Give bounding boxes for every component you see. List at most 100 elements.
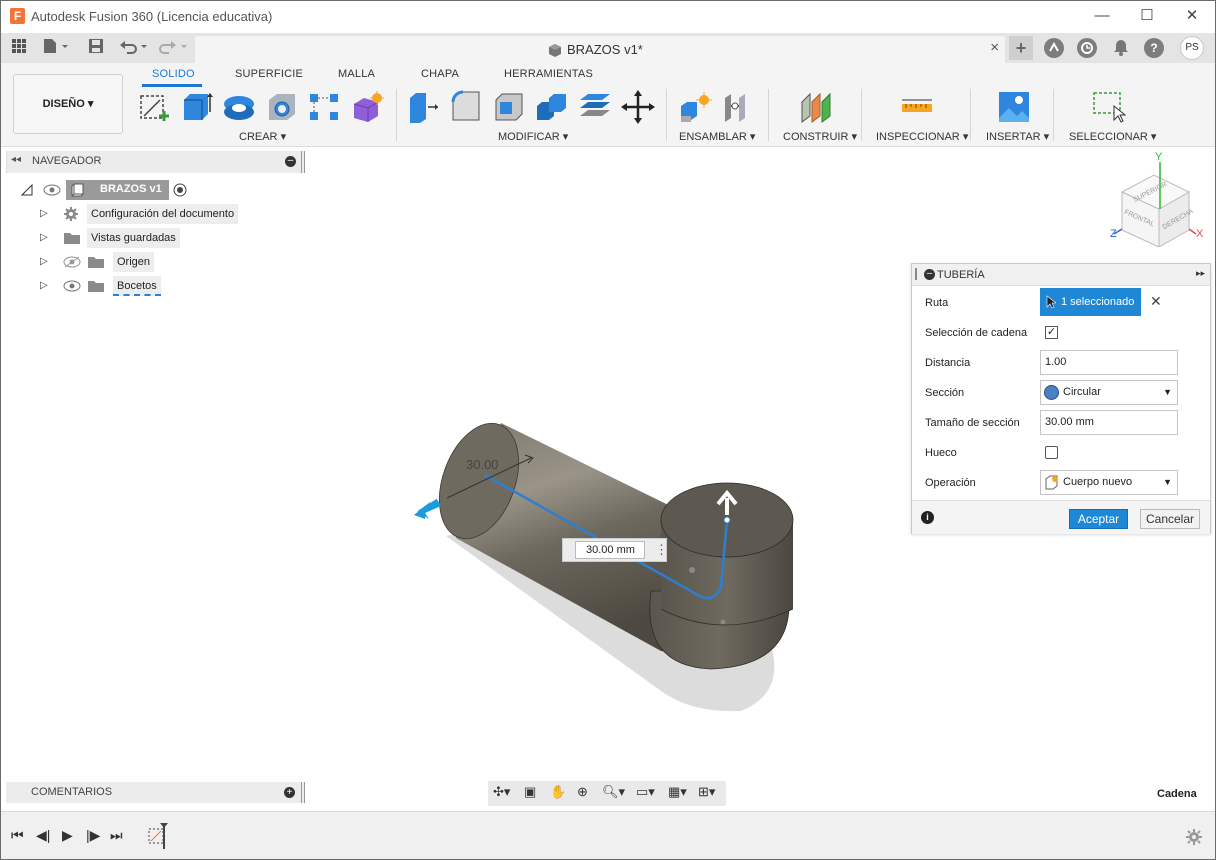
close-tab-icon[interactable]: × <box>990 39 999 56</box>
view-cube[interactable]: SUPERIOR FRONTAL DERECHA Y Z X <box>1109 151 1209 248</box>
offset-plane-icon[interactable] <box>799 90 833 124</box>
create-sketch-icon[interactable] <box>138 90 172 124</box>
notifications-bell-icon[interactable] <box>1111 38 1131 58</box>
select-window-icon[interactable] <box>1092 90 1127 124</box>
tree-item-saved-views[interactable]: ▷ Vistas guardadas <box>39 228 249 248</box>
activate-radio-icon[interactable] <box>173 183 187 197</box>
eye-hidden-icon[interactable] <box>63 256 81 268</box>
more-options-icon[interactable]: ⋮ <box>655 542 668 558</box>
tab-superficie[interactable]: SUPERFICIE <box>235 68 303 80</box>
fit-zoom-icon[interactable]: 🔍︎▾ <box>602 784 625 800</box>
shell-icon[interactable] <box>492 90 526 124</box>
zoom-icon[interactable]: ⊕ <box>577 784 588 800</box>
pattern-icon[interactable] <box>307 90 341 124</box>
resize-handle[interactable] <box>301 782 305 803</box>
step-back-icon[interactable]: ◀︎| <box>36 827 50 844</box>
combine-icon[interactable] <box>535 90 569 124</box>
eye-icon[interactable] <box>63 280 81 292</box>
display-settings-icon[interactable]: ▭▾ <box>636 784 655 800</box>
help-icon[interactable]: ? <box>1144 38 1164 58</box>
add-comment-icon[interactable]: + <box>284 787 295 798</box>
extensions-icon[interactable] <box>1044 38 1064 58</box>
expand-triangle-icon[interactable]: ▷ <box>40 208 52 220</box>
offset-faces-icon[interactable] <box>578 90 612 124</box>
workspace-switcher-button[interactable]: DISEÑO ▾ <box>13 74 123 134</box>
go-to-end-icon[interactable]: ⏭ <box>110 827 123 844</box>
press-pull-icon[interactable] <box>406 90 440 124</box>
minimize-button[interactable]: — <box>1089 5 1115 27</box>
hole-icon[interactable] <box>265 90 299 124</box>
revolve-icon[interactable] <box>222 90 256 124</box>
sketch-timeline-feature-icon[interactable] <box>147 823 173 849</box>
info-icon[interactable]: i <box>921 511 934 524</box>
create-form-icon[interactable] <box>350 90 384 124</box>
group-inspeccionar[interactable]: INSPECCIONAR ▾ <box>876 130 968 143</box>
chain-selection-checkbox[interactable]: ✓ <box>1045 326 1058 339</box>
distancia-input[interactable]: 1.00 <box>1040 350 1178 375</box>
new-tab-button[interactable]: + <box>1009 36 1033 60</box>
resize-handle[interactable] <box>301 151 305 173</box>
grid-settings-icon[interactable]: ▦▾ <box>668 784 687 800</box>
seccion-select[interactable]: Circular ▼ <box>1040 380 1178 405</box>
tamano-input[interactable]: 30.00 mm <box>1040 410 1178 435</box>
group-ensamblar[interactable]: ENSAMBLAR ▾ <box>679 130 755 143</box>
orbit-icon[interactable]: ✣▾ <box>493 784 510 800</box>
tree-item-origin[interactable]: ▷ Origen <box>39 252 249 272</box>
group-insertar[interactable]: INSERTAR ▾ <box>986 130 1049 143</box>
tab-malla[interactable]: MALLA <box>338 68 375 80</box>
step-forward-icon[interactable]: |▶︎ <box>86 827 100 844</box>
close-window-button[interactable]: ✕ <box>1179 5 1205 27</box>
tree-root[interactable]: BRAZOS v1 <box>19 180 219 200</box>
collapse-triangle-icon[interactable] <box>21 184 33 196</box>
group-construir[interactable]: CONSTRUIR ▾ <box>783 130 857 143</box>
viewports-icon[interactable]: ⊞▾ <box>698 784 715 800</box>
joint-icon[interactable] <box>721 90 755 124</box>
tab-chapa[interactable]: CHAPA <box>421 68 459 80</box>
play-icon[interactable]: ▶︎ <box>62 827 73 844</box>
collapse-browser-icon[interactable]: ◂◂ <box>11 154 21 165</box>
accept-button[interactable]: Aceptar <box>1069 509 1128 529</box>
comments-bar[interactable]: COMENTARIOS + <box>6 782 304 803</box>
tab-solido[interactable]: SOLIDO <box>152 68 195 80</box>
undo-icon[interactable] <box>119 38 149 58</box>
operacion-select[interactable]: Cuerpo nuevo ▼ <box>1040 470 1178 495</box>
expand-triangle-icon[interactable]: ▷ <box>40 256 52 268</box>
size-input[interactable]: 30.00 mm <box>575 541 645 559</box>
clear-selection-icon[interactable]: ✕ <box>1150 293 1162 310</box>
expand-dialog-icon[interactable]: ▸▸ <box>1196 268 1205 279</box>
minimize-browser-icon[interactable]: – <box>285 156 296 167</box>
redo-icon[interactable] <box>159 38 189 58</box>
document-tab[interactable]: BRAZOS v1* × <box>195 36 1005 63</box>
look-at-icon[interactable]: ▣ <box>524 784 536 800</box>
job-status-icon[interactable] <box>1077 38 1097 58</box>
drag-handle[interactable] <box>915 268 917 280</box>
save-icon[interactable] <box>87 38 105 58</box>
tab-herramientas[interactable]: HERRAMIENTAS <box>504 68 593 80</box>
path-end-point[interactable] <box>723 516 731 524</box>
fillet-icon[interactable] <box>449 90 483 124</box>
timeline-settings-gear-icon[interactable] <box>1185 828 1203 846</box>
expand-triangle-icon[interactable]: ▷ <box>40 280 52 292</box>
group-seleccionar[interactable]: SELECCIONAR ▾ <box>1069 130 1156 143</box>
insert-image-icon[interactable] <box>997 90 1031 124</box>
file-menu-icon[interactable] <box>41 38 71 58</box>
move-copy-icon[interactable] <box>621 90 655 124</box>
tree-item-document-settings[interactable]: ▷ Configuración del documento <box>39 204 249 224</box>
go-to-start-icon[interactable]: ⏮ <box>11 827 24 844</box>
ruta-selection-button[interactable]: 1 seleccionado <box>1040 288 1141 316</box>
cancel-button[interactable]: Cancelar <box>1140 509 1200 529</box>
eye-icon[interactable] <box>43 184 61 196</box>
pan-hand-icon[interactable]: ✋ <box>550 784 566 800</box>
tree-item-sketches[interactable]: ▷ Bocetos <box>39 276 249 296</box>
group-crear[interactable]: CREAR ▾ <box>239 130 286 143</box>
user-avatar[interactable]: PS <box>1180 36 1204 60</box>
data-panel-grid-icon[interactable] <box>9 38 29 58</box>
group-modificar[interactable]: MODIFICAR ▾ <box>498 130 568 143</box>
maximize-button[interactable]: ☐ <box>1134 5 1160 27</box>
pipe-dialog-header[interactable]: – TUBERÍA ▸▸ <box>912 264 1210 286</box>
measure-icon[interactable] <box>900 90 934 124</box>
hollow-checkbox[interactable] <box>1045 446 1058 459</box>
new-component-icon[interactable] <box>678 90 712 124</box>
expand-triangle-icon[interactable]: ▷ <box>40 232 52 244</box>
extrude-icon[interactable] <box>180 90 214 124</box>
